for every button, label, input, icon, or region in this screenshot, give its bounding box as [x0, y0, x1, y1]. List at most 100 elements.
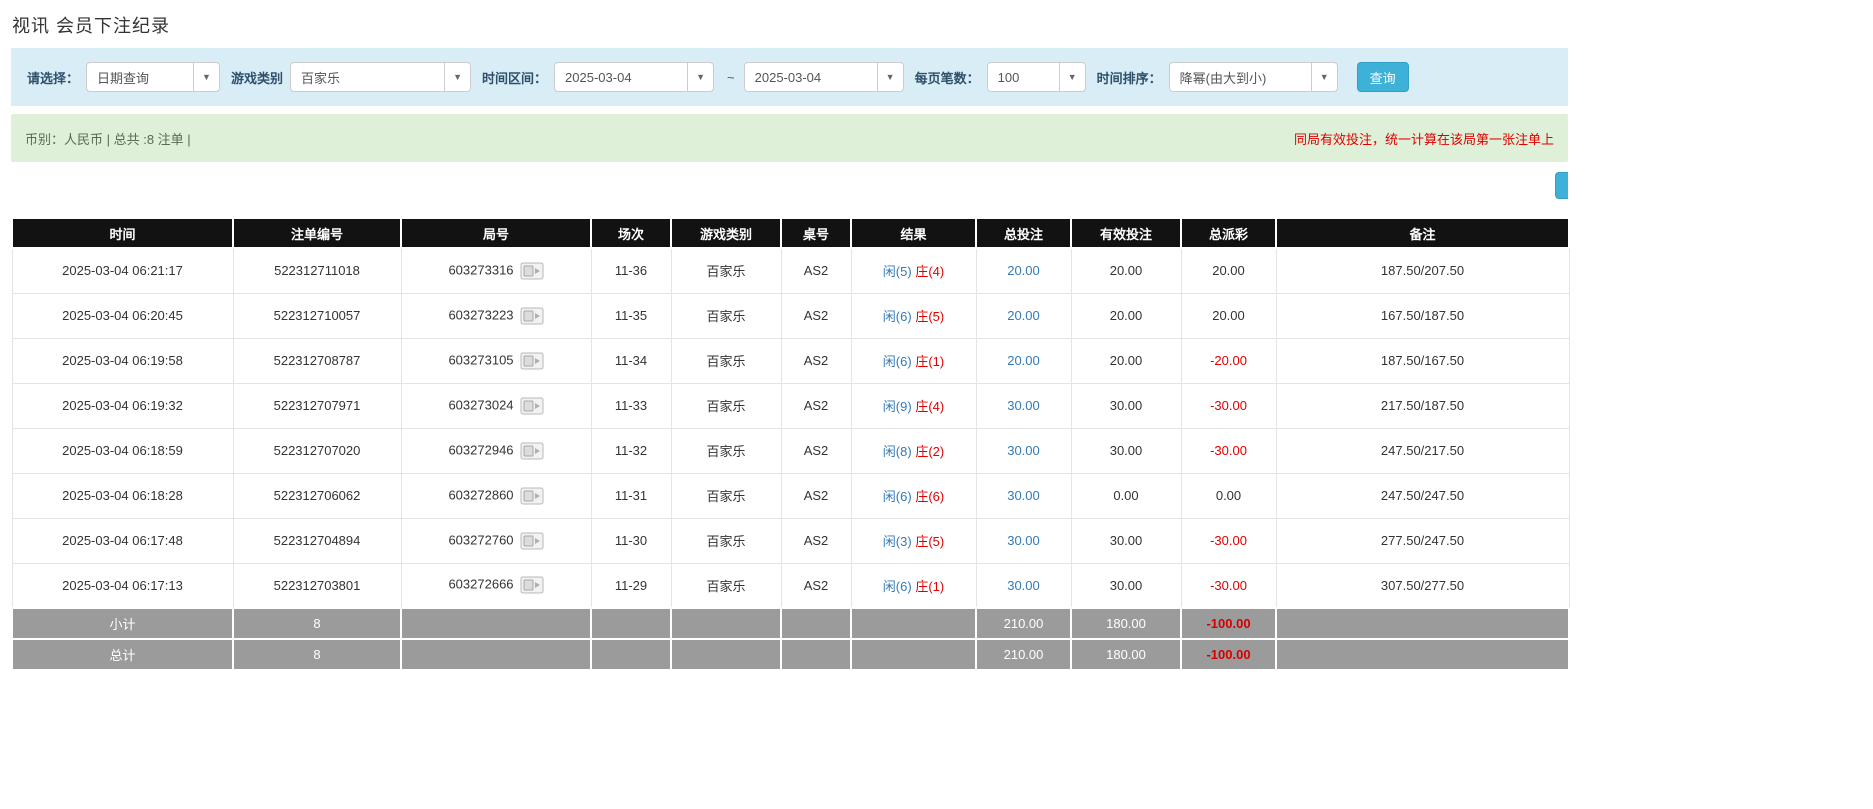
cell-total-bet[interactable]: 30.00	[976, 383, 1071, 428]
chevron-down-icon: ▼	[877, 63, 903, 91]
cell-remark: 187.50/207.50	[1276, 248, 1569, 293]
page-size-label: 每页笔数：	[915, 68, 980, 87]
cell-table-no: AS2	[781, 428, 851, 473]
chevron-down-icon: ▼	[687, 63, 713, 91]
game-type-value: 百家乐	[291, 63, 444, 91]
cell-result: 闲(6) 庄(5)	[851, 293, 976, 338]
date-to-value: 2025-03-04	[745, 63, 877, 91]
result-banker: 庄(4)	[915, 399, 944, 414]
cell-bet-id: 522312710057	[233, 293, 401, 338]
cell-table-no: AS2	[781, 383, 851, 428]
table-row: 2025-03-04 06:17:48 522312704894 6032727…	[12, 518, 1569, 563]
table-row: 2025-03-04 06:20:45 522312710057 6032732…	[12, 293, 1569, 338]
cell-total-bet[interactable]: 20.00	[976, 293, 1071, 338]
valid-bet-notice: 同局有效投注，统一计算在该局第一张注单上	[1294, 129, 1554, 148]
cell-result: 闲(5) 庄(4)	[851, 248, 976, 293]
table-row: 2025-03-04 06:18:28 522312706062 6032728…	[12, 473, 1569, 518]
cell-bet-id: 522312708787	[233, 338, 401, 383]
cell-game-type: 百家乐	[671, 428, 781, 473]
cell-time: 2025-03-04 06:17:13	[12, 563, 233, 608]
result-banker: 庄(1)	[915, 354, 944, 369]
sort-order-label: 时间排序：	[1097, 68, 1162, 87]
cell-result: 闲(9) 庄(4)	[851, 383, 976, 428]
view-result-icon[interactable]	[520, 532, 544, 550]
table-row: 2025-03-04 06:17:13 522312703801 6032726…	[12, 563, 1569, 608]
game-type-select[interactable]: 百家乐 ▼	[290, 62, 471, 92]
table-row: 2025-03-04 06:18:59 522312707020 6032729…	[12, 428, 1569, 473]
cell-table-no: AS2	[781, 518, 851, 563]
round-number: 603272666	[448, 577, 513, 592]
cell-total-bet[interactable]: 20.00	[976, 338, 1071, 383]
page-size-select[interactable]: 100 ▼	[987, 62, 1086, 92]
col-table-no: 桌号	[781, 218, 851, 248]
cell-result: 闲(6) 庄(1)	[851, 338, 976, 383]
cell-game-type: 百家乐	[671, 473, 781, 518]
cell-bet-id: 522312707020	[233, 428, 401, 473]
date-from-select[interactable]: 2025-03-04 ▼	[554, 62, 714, 92]
view-result-icon[interactable]	[520, 307, 544, 325]
chevron-down-icon: ▼	[193, 63, 219, 91]
chevron-down-icon: ▼	[1311, 63, 1337, 91]
cell-total-bet[interactable]: 30.00	[976, 563, 1071, 608]
date-mode-select[interactable]: 日期查询 ▼	[86, 62, 220, 92]
cell-total-bet[interactable]: 30.00	[976, 518, 1071, 563]
subtotal-payout: -100.00	[1181, 608, 1276, 639]
cell-bet-id: 522312707971	[233, 383, 401, 428]
view-result-icon[interactable]	[520, 397, 544, 415]
table-footer: 小计 8 210.00 180.00 -100.00 总计 8	[12, 608, 1569, 670]
result-player: 闲(3)	[883, 534, 912, 549]
cell-total-bet[interactable]: 30.00	[976, 428, 1071, 473]
col-session: 场次	[591, 218, 671, 248]
cell-game-type: 百家乐	[671, 383, 781, 428]
cell-valid-bet: 20.00	[1071, 248, 1181, 293]
cell-game-type: 百家乐	[671, 248, 781, 293]
cell-valid-bet: 30.00	[1071, 518, 1181, 563]
round-number: 603273223	[448, 307, 513, 322]
col-total-bet: 总投注	[976, 218, 1071, 248]
col-bet-id: 注单编号	[233, 218, 401, 248]
view-result-icon[interactable]	[520, 352, 544, 370]
result-banker: 庄(6)	[915, 489, 944, 504]
cell-table-no: AS2	[781, 473, 851, 518]
cell-round: 603273024	[401, 383, 591, 428]
cell-valid-bet: 30.00	[1071, 563, 1181, 608]
result-player: 闲(6)	[883, 489, 912, 504]
cell-time: 2025-03-04 06:18:59	[12, 428, 233, 473]
total-row: 总计 8 210.00 180.00 -100.00	[12, 639, 1569, 670]
result-player: 闲(8)	[883, 444, 912, 459]
total-total-bet: 210.00	[976, 639, 1071, 670]
cell-time: 2025-03-04 06:20:45	[12, 293, 233, 338]
cell-time: 2025-03-04 06:21:17	[12, 248, 233, 293]
cell-total-bet[interactable]: 20.00	[976, 248, 1071, 293]
cell-valid-bet: 30.00	[1071, 428, 1181, 473]
sort-order-select[interactable]: 降幂(由大到小) ▼	[1169, 62, 1338, 92]
cell-round: 603272860	[401, 473, 591, 518]
view-result-icon[interactable]	[520, 442, 544, 460]
cell-session: 11-36	[591, 248, 671, 293]
cell-round: 603272760	[401, 518, 591, 563]
cell-remark: 247.50/217.50	[1276, 428, 1569, 473]
table-header: 时间 注单编号 局号 场次 游戏类别 桌号 结果 总投注 有效投注 总派彩 备注	[12, 218, 1569, 248]
round-number: 603272946	[448, 442, 513, 457]
result-banker: 庄(5)	[915, 309, 944, 324]
query-button[interactable]: 查询	[1357, 62, 1409, 92]
cell-session: 11-30	[591, 518, 671, 563]
cell-payout: -30.00	[1181, 518, 1276, 563]
export-button-partial[interactable]	[1555, 172, 1568, 199]
col-result: 结果	[851, 218, 976, 248]
cell-total-bet[interactable]: 30.00	[976, 473, 1071, 518]
chevron-down-icon: ▼	[1059, 63, 1085, 91]
cell-result: 闲(8) 庄(2)	[851, 428, 976, 473]
view-result-icon[interactable]	[520, 487, 544, 505]
table-body: 2025-03-04 06:21:17 522312711018 6032733…	[12, 248, 1569, 608]
cell-game-type: 百家乐	[671, 563, 781, 608]
cell-round: 603272666	[401, 563, 591, 608]
col-payout: 总派彩	[1181, 218, 1276, 248]
chevron-down-icon: ▼	[444, 63, 470, 91]
cell-table-no: AS2	[781, 248, 851, 293]
view-result-icon[interactable]	[520, 576, 544, 594]
view-result-icon[interactable]	[520, 262, 544, 280]
date-to-select[interactable]: 2025-03-04 ▼	[744, 62, 904, 92]
col-time: 时间	[12, 218, 233, 248]
cell-game-type: 百家乐	[671, 338, 781, 383]
